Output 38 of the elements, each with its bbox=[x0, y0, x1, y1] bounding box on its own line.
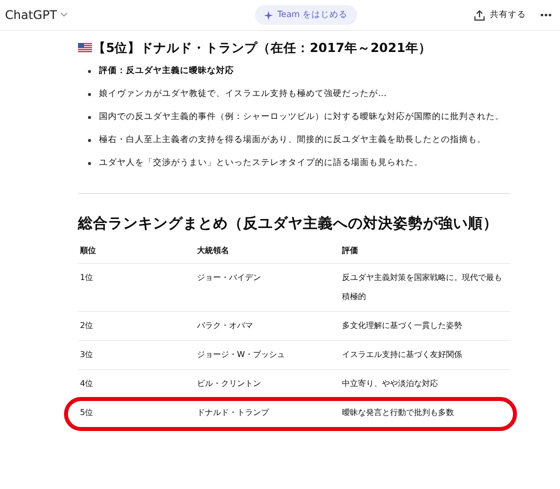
table-cell-text: 5位 bbox=[80, 407, 94, 419]
share-icon bbox=[474, 10, 485, 20]
bullet-icon bbox=[88, 139, 91, 142]
bullet-icon bbox=[88, 116, 91, 119]
column-header: 評価 bbox=[342, 245, 359, 257]
table-cell-text: 曖昧な発言と行動で批判も多数 bbox=[342, 407, 455, 419]
promo-button[interactable]: Team をはじめる bbox=[255, 5, 357, 25]
table-cell-text: 多文化理解に基づく一貫した姿勢 bbox=[342, 320, 463, 332]
table-cell-text: 2位 bbox=[80, 320, 94, 332]
table-cell-text: 中立寄り、やや淡泊な対応 bbox=[342, 378, 439, 390]
share-button[interactable]: 共有する bbox=[474, 9, 526, 21]
bullet-icon bbox=[88, 93, 91, 96]
bullet-icon bbox=[88, 70, 91, 73]
bullet-text: 国内での反ユダヤ主義的事件（例：シャーロッツビル）に対する曖昧な対応が国際的に批判された。 bbox=[99, 110, 504, 124]
table-cell-text: バラク・オバマ bbox=[197, 320, 254, 332]
table-cell-text: 3位 bbox=[80, 349, 94, 361]
table-cell-text: 1位 bbox=[80, 272, 94, 284]
bullet-text: ユダヤ人を「交渉がうまい」といったステレオタイプ的に語る場面も見られた。 bbox=[99, 156, 423, 170]
column-header: 大統領名 bbox=[197, 245, 230, 257]
table-cell-text: ジョージ・W・ブッシュ bbox=[197, 349, 286, 361]
app-title[interactable]: ChatGPT bbox=[5, 8, 68, 22]
column-header: 順位 bbox=[80, 245, 97, 257]
flag-icon bbox=[78, 43, 92, 53]
table-cell-text: ジョー・バイデン bbox=[197, 272, 262, 284]
chevron-down-icon bbox=[60, 12, 68, 18]
sparkle-icon bbox=[264, 10, 274, 20]
summary-heading: 総合ランキングまとめ（反ユダヤ主義への対決姿勢が強い順） bbox=[78, 214, 499, 233]
table-cell-text: イスラエル支持に基づく友好関係 bbox=[342, 349, 463, 361]
bullet-text: 極右・白人至上主義者の支持を得る場面があり、間接的に反ユダヤ主義を助長したとの指摘も。 bbox=[99, 134, 486, 147]
bullet-icon bbox=[88, 162, 91, 165]
bullet-text: 娘イヴァンカがユダヤ教徒で、イスラエル支持も極めて強硬だったが… bbox=[99, 88, 386, 101]
table-cell-text: ビル・クリントン bbox=[197, 378, 262, 390]
table-cell-text: ドナルド・トランプ bbox=[197, 407, 270, 419]
table-cell-text: 4位 bbox=[80, 378, 94, 390]
table-cell-text: 反ユダヤ主義対策を国家戦略に。現代で最も積極的 bbox=[342, 272, 503, 303]
more-icon[interactable] bbox=[540, 13, 552, 17]
bullet-text: 評価：反ユダヤ主義に曖昧な対応 bbox=[99, 64, 234, 78]
section-heading: 【5位】ドナルド・トランプ（在任：2017年～2021年） bbox=[93, 40, 432, 56]
